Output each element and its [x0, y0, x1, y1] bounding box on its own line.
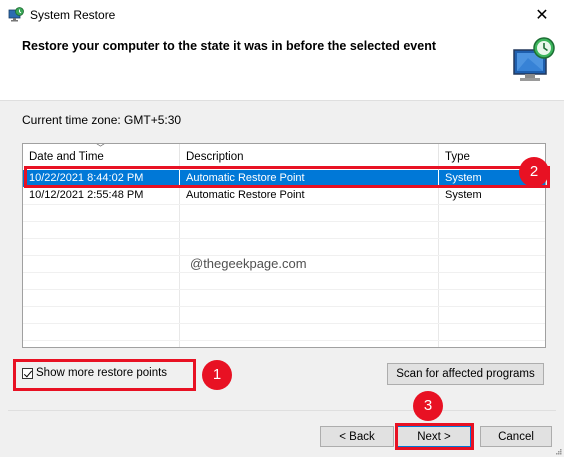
grid-line: [23, 340, 545, 341]
header-panel: Restore your computer to the state it wa…: [0, 30, 564, 101]
highlight-box-selected-row: [24, 166, 550, 188]
row-description: Automatic Restore Point: [180, 187, 439, 204]
grid-line: [23, 289, 545, 290]
column-header-type-label: Type: [445, 151, 470, 163]
resize-grip-icon[interactable]: [554, 447, 562, 455]
grid-line: [23, 238, 545, 239]
grid-line: [23, 221, 545, 222]
timezone-label: Current time zone: GMT+5:30: [22, 113, 182, 127]
column-header-description-label: Description: [186, 151, 244, 163]
scan-affected-programs-button[interactable]: Scan for affected programs: [387, 363, 544, 385]
step-badge-2: 2: [519, 157, 549, 187]
title-bar: System Restore ✕: [0, 0, 564, 30]
close-icon: ✕: [535, 7, 549, 24]
sort-chevron-icon: ﹀: [96, 143, 106, 153]
system-restore-app-icon: [8, 7, 24, 22]
grid-line: [23, 272, 545, 273]
step-badge-1: 1: [202, 360, 232, 390]
highlight-box-next: [395, 423, 474, 450]
row-date: 10/12/2021 2:55:48 PM: [23, 187, 180, 204]
divider: [8, 410, 556, 411]
system-restore-icon: [513, 37, 555, 81]
highlight-box-checkbox: [13, 359, 196, 391]
step-badge-3: 3: [413, 391, 443, 421]
window-title: System Restore: [30, 8, 116, 22]
cancel-button[interactable]: Cancel: [480, 426, 552, 447]
close-button[interactable]: ✕: [528, 4, 556, 26]
table-row[interactable]: 10/12/2021 2:55:48 PM Automatic Restore …: [23, 187, 545, 204]
column-header-date-label: Date and Time: [29, 151, 104, 163]
row-type: System: [445, 189, 482, 201]
system-restore-window: System Restore ✕ Restore your computer t…: [0, 0, 564, 457]
grid-line: [23, 306, 545, 307]
grid-line: [23, 323, 545, 324]
back-button[interactable]: < Back: [320, 426, 394, 447]
grid-line: [23, 204, 545, 205]
page-title: Restore your computer to the state it wa…: [22, 39, 436, 53]
watermark: @thegeekpage.com: [190, 256, 307, 271]
